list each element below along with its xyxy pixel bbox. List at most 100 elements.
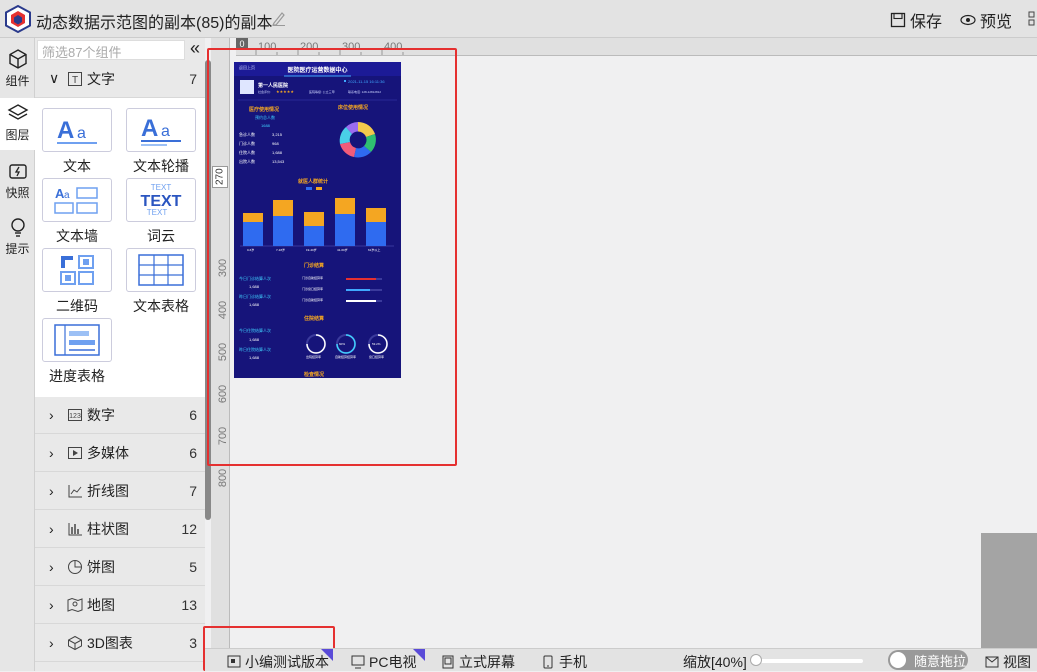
tile-progress-table[interactable]: 进度表格 [41, 318, 113, 386]
zoom-slider-knob[interactable] [750, 654, 762, 666]
media-icon [68, 447, 82, 459]
text-components-grid: Aa 文本 Aa 文本轮播 Aa 文本墙 TEXT TEXT TEXT 词云 二维码… [35, 98, 205, 398]
category-label: 折线图 [87, 483, 129, 499]
view-button[interactable]: 视图 [985, 652, 1031, 672]
component-panel: 筛选87个组件 « ∨ T 文字 7 Aa 文本 Aa 文本轮播 Aa 文本墙 … [35, 38, 205, 671]
text-thumb-icon: Aa [42, 108, 112, 152]
category-number[interactable]: › 123 数字 6 [35, 397, 205, 434]
tab-pc-tv[interactable]: PC电视 [351, 652, 416, 672]
category-count: 13 [181, 597, 197, 613]
cube-icon [8, 49, 27, 69]
map-icon [67, 597, 83, 613]
left-rail: 组件 图层 快照 提示 [0, 38, 35, 671]
tile-qrcode[interactable]: 二维码 [41, 248, 113, 316]
rail-layers-label: 图层 [5, 128, 30, 142]
svg-text:TEXT: TEXT [147, 208, 168, 217]
category-count: 12 [181, 521, 197, 537]
lightbulb-icon [10, 218, 25, 237]
pie-chart-icon [68, 560, 82, 574]
category-line-chart[interactable]: › 折线图 7 [35, 473, 205, 510]
tile-label: 进度表格 [49, 368, 105, 384]
rail-tips[interactable]: 提示 [0, 212, 35, 262]
zoom-slider[interactable] [753, 659, 863, 663]
tab-label: 手机 [559, 654, 587, 670]
number-icon: 123 [68, 409, 82, 421]
category-label: 3D图表 [87, 635, 133, 651]
text-icon: T [68, 71, 82, 86]
rail-snapshot-label: 快照 [5, 186, 30, 200]
category-count: 6 [189, 445, 197, 461]
rail-components-label: 组件 [5, 74, 30, 88]
eye-icon [960, 14, 976, 26]
svg-text:123: 123 [69, 413, 81, 420]
top-bar: 动态数据示范图的副本(85)的副本 保存 预览 [0, 0, 1037, 38]
category-3d-chart[interactable]: › 3D图表 3 [35, 625, 205, 662]
svg-text:a: a [77, 125, 86, 142]
category-map[interactable]: › 地图 13 [35, 587, 205, 624]
qrcode-thumb-icon [42, 248, 112, 292]
tile-label: 文本表格 [133, 298, 189, 314]
tab-label: PC电视 [369, 654, 417, 670]
tile-text-wall[interactable]: Aa 文本墙 [41, 178, 113, 246]
phone-icon [543, 655, 553, 669]
save-icon [890, 12, 906, 28]
more-menu-icon[interactable] [1028, 11, 1037, 27]
3d-chart-icon [68, 635, 82, 651]
view-icon [985, 656, 999, 668]
ruler-left-label: 800 [217, 468, 230, 488]
tile-text-carousel[interactable]: Aa 文本轮播 [125, 108, 197, 176]
zoom-label: 缩放[40%] [683, 654, 747, 670]
tab-corner-close-icon[interactable] [321, 649, 333, 661]
toggle-label: 随意拖拉 [914, 653, 967, 669]
preview-label: 预览 [980, 14, 1013, 31]
rail-snapshot[interactable]: 快照 [0, 156, 35, 206]
free-drag-toggle[interactable]: 随意拖拉 [888, 650, 968, 670]
line-chart-icon [68, 485, 82, 498]
category-label: 柱状图 [87, 521, 129, 537]
screen-icon [227, 655, 241, 668]
tile-text[interactable]: Aa 文本 [41, 108, 113, 176]
rail-layers[interactable]: 图层 [0, 98, 35, 150]
tab-phone[interactable]: 手机 [541, 652, 587, 672]
chevron-right-icon: › [49, 597, 54, 613]
tab-standing-screen[interactable]: 立式屏幕 [441, 652, 515, 672]
svg-text:T: T [72, 75, 78, 86]
rail-tips-label: 提示 [5, 242, 30, 256]
category-text-count: 7 [189, 70, 197, 87]
svg-text:TEXT: TEXT [151, 183, 172, 192]
tab-corner-close-icon[interactable] [413, 649, 425, 661]
tile-label: 文本墙 [56, 228, 98, 244]
category-label: 多媒体 [87, 445, 129, 461]
chevron-right-icon: › [49, 445, 54, 461]
tab-mobile-test[interactable]: 小编测试版本 [227, 652, 329, 672]
tile-word-cloud[interactable]: TEXT TEXT TEXT 词云 [125, 178, 197, 246]
preview-button[interactable]: 预览 [960, 8, 1012, 32]
save-button[interactable]: 保存 [890, 8, 942, 32]
tab-label: 小编测试版本 [245, 654, 329, 670]
category-count: 6 [189, 407, 197, 423]
toggle-knob [890, 652, 906, 668]
category-count: 7 [189, 483, 197, 499]
filter-input[interactable]: 筛选87个组件 [37, 40, 185, 60]
category-media[interactable]: › 多媒体 6 [35, 435, 205, 472]
chevron-right-icon: › [49, 635, 54, 651]
edit-title-icon[interactable] [272, 10, 286, 26]
category-text[interactable]: ∨ T 文字 7 [35, 60, 205, 98]
view-label: 视图 [1003, 654, 1031, 670]
chevron-right-icon: › [49, 559, 54, 575]
tile-label: 词云 [147, 228, 175, 244]
standing-screen-icon [442, 655, 454, 669]
svg-text:A: A [57, 117, 74, 144]
chevron-right-icon: › [49, 521, 54, 537]
word-cloud-thumb-icon: TEXT TEXT TEXT [126, 178, 196, 222]
category-label: 地图 [87, 597, 115, 613]
minimap-panel[interactable] [981, 533, 1037, 648]
category-count: 5 [189, 559, 197, 575]
tile-text-table[interactable]: 文本表格 [125, 248, 197, 316]
text-carousel-thumb-icon: Aa [126, 108, 196, 152]
category-bar-chart[interactable]: › 柱状图 12 [35, 511, 205, 548]
collapse-panel-icon[interactable]: « [190, 38, 200, 59]
category-pie-chart[interactable]: › 饼图 5 [35, 549, 205, 586]
category-label: 数字 [87, 407, 115, 423]
rail-components[interactable]: 组件 [0, 44, 35, 94]
